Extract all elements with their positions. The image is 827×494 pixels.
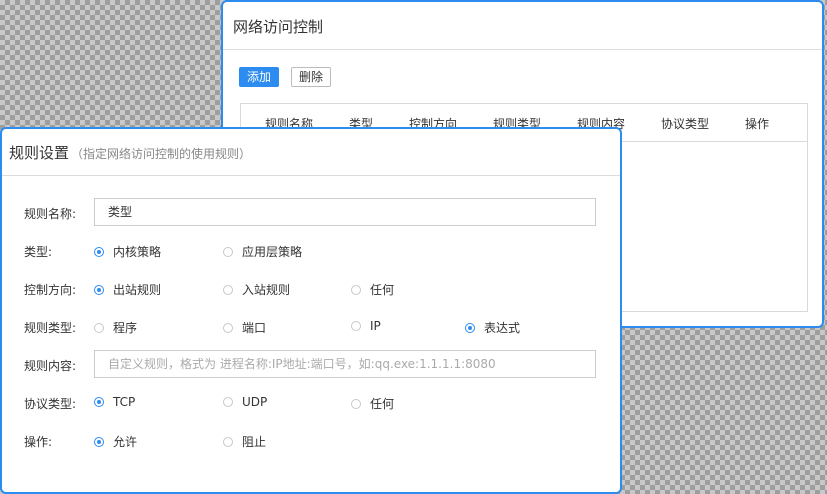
radio-circle [94,436,104,447]
radio-circle [94,322,104,333]
radio-circle [94,397,104,407]
radio-label: 任何 [370,397,395,411]
action-label: 操作: [24,435,53,449]
radio-ip[interactable]: IP [351,319,381,333]
radio-label: 出站规则 [113,283,162,297]
divider [223,49,822,50]
add-button[interactable]: 添加 [239,67,279,87]
radio-direction-any[interactable]: 任何 [351,281,394,298]
radio-label: 内核策略 [113,245,162,259]
radio-label: TCP [113,395,136,409]
rule-name-label: 规则名称: [24,207,77,221]
radio-circle [351,284,361,295]
column-header-action: 操作 [745,117,770,131]
radio-label: 应用层策略 [242,245,303,259]
radio-kernel-policy[interactable]: 内核策略 [94,243,161,260]
protocol-label: 协议类型: [24,397,77,411]
rule-type-label: 规则类型: [24,321,77,335]
panel-title: 网络访问控制 [233,18,324,36]
rule-content-label: 规则内容: [24,359,77,373]
radio-label: IP [370,319,381,333]
radio-circle [351,321,361,331]
radio-circle [465,322,475,333]
radio-label: 端口 [242,321,267,335]
radio-block[interactable]: 阻止 [223,433,266,450]
radio-expression[interactable]: 表达式 [465,319,520,336]
radio-circle [223,436,233,447]
radio-circle [351,398,361,409]
dialog-title: 规则设置 （指定网络访问控制的使用规则） [9,142,251,163]
radio-program[interactable]: 程序 [94,319,137,336]
rule-name-input[interactable]: 类型 [94,198,596,226]
dialog-subtitle: （指定网络访问控制的使用规则） [71,147,252,161]
rule-settings-dialog: 规则设置 （指定网络访问控制的使用规则） 规则名称: 类型 类型: 内核策略 应用… [0,127,622,494]
radio-circle [223,284,233,295]
radio-port[interactable]: 端口 [223,319,266,336]
radio-label: UDP [242,395,268,409]
direction-label: 控制方向: [24,283,77,297]
radio-circle [223,322,233,333]
radio-udp[interactable]: UDP [223,395,267,409]
column-header-protocol: 协议类型 [661,117,710,131]
radio-label: 程序 [113,321,138,335]
radio-label: 任何 [370,283,395,297]
radio-circle [94,284,104,295]
dialog-title-text: 规则设置 [9,144,70,162]
radio-label: 允许 [113,435,138,449]
radio-circle [223,246,233,257]
radio-inbound[interactable]: 入站规则 [223,281,290,298]
radio-circle [94,246,104,257]
radio-label: 入站规则 [242,283,291,297]
delete-button[interactable]: 删除 [291,67,331,87]
rule-content-input[interactable]: 自定义规则，格式为 进程名称:IP地址:端口号，如:qq.exe:1.1.1.1… [94,350,596,378]
radio-label: 阻止 [242,435,267,449]
radio-allow[interactable]: 允许 [94,433,137,450]
radio-circle [223,397,233,407]
radio-label: 表达式 [484,321,521,335]
radio-app-layer-policy[interactable]: 应用层策略 [223,243,302,260]
divider [2,175,620,176]
radio-protocol-any[interactable]: 任何 [351,395,394,412]
radio-outbound[interactable]: 出站规则 [94,281,161,298]
radio-tcp[interactable]: TCP [94,395,135,409]
type-label: 类型: [24,245,53,259]
